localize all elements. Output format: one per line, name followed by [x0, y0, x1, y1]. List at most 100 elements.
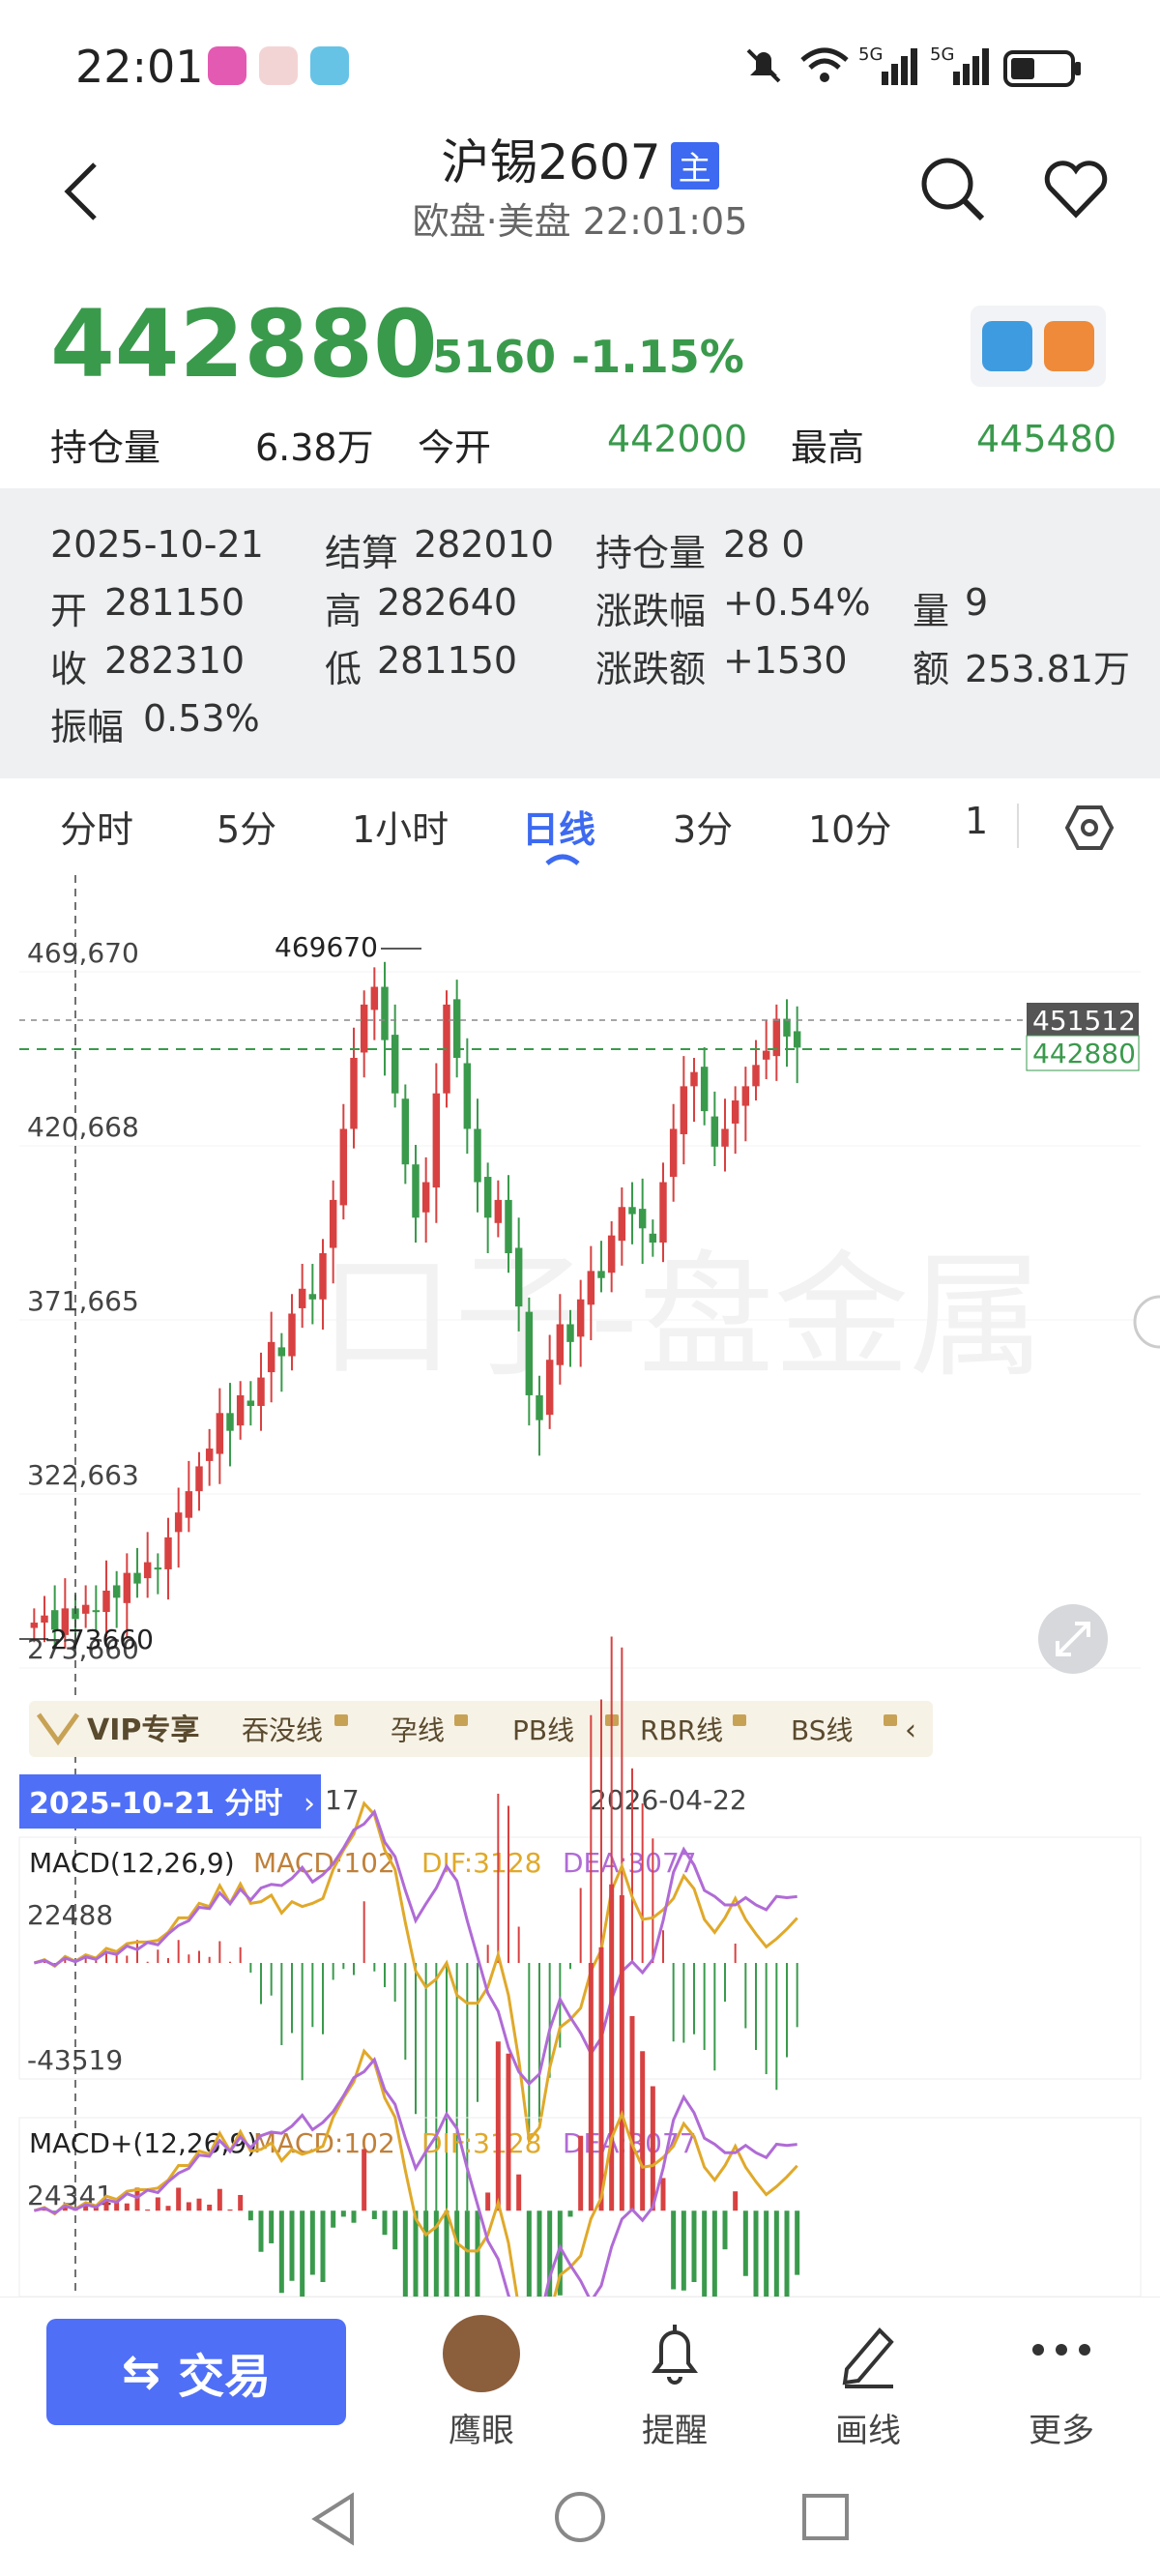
candle-body [164, 1537, 172, 1569]
stat-label-high: 最高 [791, 426, 865, 469]
candle-body [731, 1100, 740, 1124]
tab-1hour[interactable]: 1小时 [352, 800, 449, 853]
svg-text:5G: 5G [930, 44, 954, 65]
candle-body [659, 1182, 667, 1243]
favorite-heart-icon[interactable] [1042, 159, 1110, 220]
bell-icon[interactable] [646, 2321, 704, 2390]
pattern-item: PB线 [512, 1714, 574, 1746]
battery-icon [1003, 50, 1081, 87]
stat-value-high: 445480 [976, 418, 1117, 460]
y-tick-label: 420,668 [27, 1111, 139, 1143]
draw-line-icon[interactable] [837, 2321, 899, 2390]
nav-eagle-eye[interactable]: 鹰眼 [423, 2404, 539, 2451]
candle-body [381, 986, 389, 1040]
chart-settings-icon[interactable] [1065, 804, 1114, 852]
candle-body [505, 1199, 512, 1254]
nav-draw[interactable]: 画线 [810, 2404, 926, 2451]
candle-body [319, 1253, 327, 1300]
nav-more[interactable]: 更多 [1003, 2404, 1119, 2451]
pattern-item: 孕线 [391, 1714, 445, 1746]
candle-body [92, 1610, 101, 1613]
status-time: 22:01 [75, 41, 204, 93]
candle-body [246, 1400, 255, 1406]
tab-5min[interactable]: 5分 [217, 800, 276, 853]
mute-icon [746, 48, 781, 83]
candle-body [143, 1562, 152, 1579]
candle-body [226, 1413, 234, 1431]
currency-icon[interactable] [1044, 321, 1094, 371]
popup-open-label: 开 [50, 590, 88, 632]
stat-label-open: 今开 [418, 426, 492, 469]
tab-more-period[interactable]: 1 [965, 800, 988, 842]
tab-divider [1017, 804, 1019, 848]
candle-body [690, 1071, 698, 1087]
popup-close-label: 收 [50, 648, 88, 690]
candle-body [288, 1313, 296, 1357]
candle-body [700, 1067, 709, 1112]
popup-chgpct-label: 涨跌幅 [595, 590, 707, 632]
candle-body [277, 1347, 286, 1357]
candle-body [680, 1086, 688, 1134]
ref-price-label: 451512 [1032, 1005, 1136, 1037]
candle-body [576, 1299, 585, 1337]
candle-body [205, 1449, 214, 1461]
date-axis-label: 2026-04-22 [590, 1784, 747, 1816]
system-back-icon[interactable] [309, 2492, 358, 2546]
kline-chart[interactable]: 口子-盘金属 469,670420,668371,665322,663273,6… [0, 875, 1160, 2297]
popup-low-label: 低 [325, 648, 362, 690]
candle-body [607, 1235, 616, 1273]
candle-body [618, 1207, 626, 1242]
search-icon[interactable] [918, 155, 986, 222]
popup-high-label: 高 [325, 590, 362, 632]
sync-icon[interactable] [982, 321, 1032, 371]
tab-10min[interactable]: 10分 [808, 800, 891, 853]
candle-body [185, 1491, 193, 1518]
status-bar: 22:01 5G 5G [0, 0, 1160, 135]
eagle-eye-icon[interactable] [443, 2315, 520, 2392]
popup-vol-label: 量 [913, 590, 950, 632]
period-tabs: 分时 5分 1小时 日线 3分 10分 1 [0, 778, 1160, 875]
candle-body [741, 1086, 750, 1106]
candle-body [102, 1590, 110, 1613]
tab-daily[interactable]: 日线 [522, 800, 595, 853]
stat-value-open: 442000 [607, 418, 748, 460]
popup-date: 2025-10-21 [50, 523, 264, 566]
price-change: -5160 -1.15% [414, 331, 744, 383]
candle-body [401, 1098, 410, 1165]
candle-body [329, 1199, 337, 1248]
popup-open: 281150 [104, 581, 246, 624]
main-contract-badge: 主 [670, 142, 719, 190]
candle-body [257, 1377, 265, 1406]
bottom-nav: ⇆ 交易 鹰眼 提醒 画线 更多 [0, 2297, 1160, 2452]
book-app-icon [310, 46, 349, 85]
signal-5g-icon: 5G [858, 44, 917, 85]
contract-name: 沪锡2607 [441, 134, 661, 190]
candle-body [536, 1394, 543, 1420]
trade-button[interactable]: ⇆ 交易 [46, 2319, 346, 2425]
max-price-label: 469670 [275, 931, 378, 963]
lock-icon [334, 1714, 348, 1726]
lock-icon [454, 1714, 468, 1726]
chevron-left-icon: ‹ [905, 1713, 916, 1747]
nav-alert[interactable]: 提醒 [617, 2404, 733, 2451]
tab-3min[interactable]: 3分 [673, 800, 733, 853]
candle-body [421, 1182, 430, 1213]
indicator-bottom-label: -43519 [27, 2044, 123, 2076]
y-tick-label: 469,670 [27, 937, 139, 969]
more-icon[interactable] [1030, 2342, 1092, 2357]
candle-body [123, 1572, 131, 1603]
candle-body [339, 1128, 348, 1206]
candle-body [391, 1035, 399, 1094]
side-drawer-handle-icon[interactable] [1133, 1295, 1160, 1349]
popup-settle: 282010 [414, 523, 555, 566]
pattern-item: RBR线 [640, 1714, 723, 1746]
stat-label-oi: 持仓量 [50, 426, 161, 469]
candle-body [721, 1128, 729, 1147]
system-recent-icon[interactable] [800, 2492, 851, 2542]
page-title: 沪锡2607 主 [0, 124, 1160, 193]
tab-timeshare[interactable]: 分时 [60, 800, 133, 853]
candle-body [649, 1233, 657, 1243]
candle-detail-popup: 2025-10-21 结算 282010 持仓量 28 0 开 281150 高… [0, 488, 1160, 778]
popup-oi: 28 0 [723, 523, 805, 566]
system-home-icon[interactable] [553, 2490, 607, 2544]
